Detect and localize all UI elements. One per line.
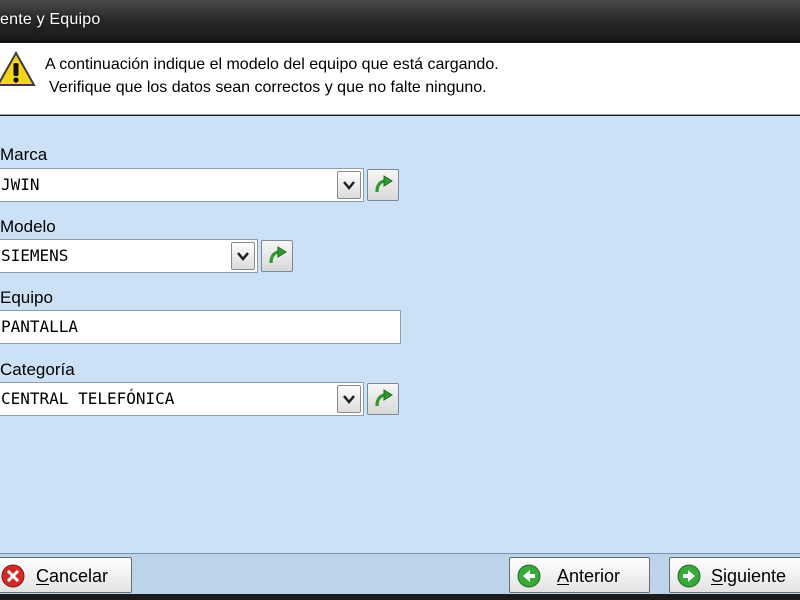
categoria-dropdown-button[interactable] — [337, 385, 361, 413]
back-button-label: Anterior — [557, 566, 621, 586]
cancel-button[interactable]: Cancelar — [0, 557, 132, 593]
marca-apply-button[interactable] — [367, 169, 399, 201]
info-instruction: A continuación indique el modelo del equ… — [45, 56, 499, 73]
window-title: ente y Equipo — [0, 11, 101, 28]
go-arrow-icon — [375, 175, 393, 193]
next-button-label: Siguiente — [711, 566, 787, 586]
form-area: Marca JWIN Modelo SIEMENS Equipo PANTALL… — [0, 116, 800, 553]
equipo-label: Equipo — [0, 288, 53, 307]
equipo-input[interactable]: PANTALLA — [0, 310, 401, 344]
back-button[interactable]: Anterior — [509, 557, 650, 593]
modelo-value: SIEMENS — [1, 246, 69, 265]
modelo-dropdown-button[interactable] — [231, 242, 255, 270]
info-header: A continuación indique el modelo del equ… — [0, 43, 800, 115]
chevron-down-icon — [343, 395, 355, 404]
warning-icon — [0, 51, 36, 86]
modelo-label: Modelo — [0, 217, 56, 236]
chevron-down-icon — [343, 181, 355, 190]
next-button[interactable]: Siguiente — [669, 557, 800, 593]
marca-label: Marca — [0, 145, 48, 164]
go-arrow-icon — [375, 389, 393, 407]
info-verification: Verifique que los datos sean correctos y… — [49, 79, 487, 96]
marca-dropdown-button[interactable] — [337, 171, 361, 199]
chevron-down-icon — [237, 252, 249, 261]
window-bottom-edge — [0, 594, 800, 600]
marca-value: JWIN — [1, 175, 40, 194]
button-bar: Cancelar Anterior Siguiente — [0, 553, 800, 600]
go-arrow-icon — [269, 246, 287, 264]
categoria-apply-button[interactable] — [367, 383, 399, 415]
categoria-value: CENTRAL TELEFÓNICA — [1, 389, 175, 408]
categoria-select[interactable]: CENTRAL TELEFÓNICA — [0, 382, 364, 416]
title-bar[interactable]: ente y Equipo — [0, 0, 800, 42]
marca-select[interactable]: JWIN — [0, 168, 364, 202]
cancel-button-label: Cancelar — [36, 566, 109, 586]
categoria-label: Categoría — [0, 360, 75, 379]
arrow-right-icon — [677, 564, 701, 588]
modelo-apply-button[interactable] — [261, 240, 293, 272]
equipo-value: PANTALLA — [1, 317, 79, 336]
modelo-select[interactable]: SIEMENS — [0, 239, 258, 273]
arrow-left-icon — [517, 564, 541, 588]
close-icon — [1, 564, 25, 588]
